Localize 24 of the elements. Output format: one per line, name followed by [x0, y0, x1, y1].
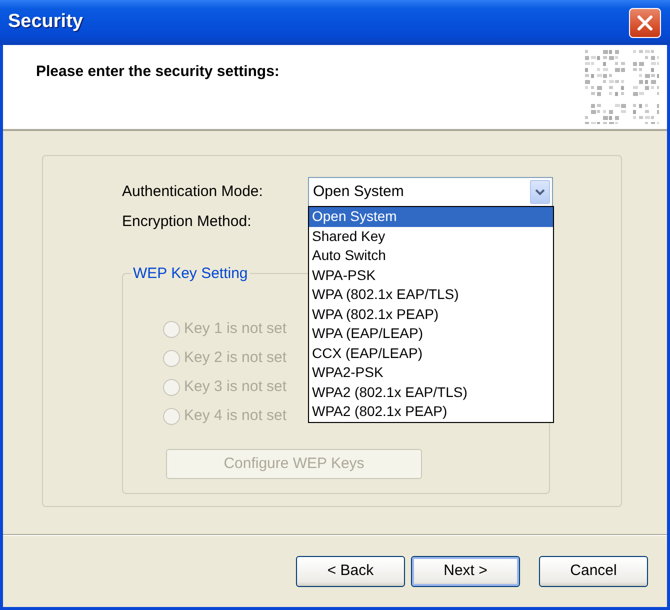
dropdown-option[interactable]: Open System: [309, 207, 553, 226]
dialog-button[interactable]: Cancel: [539, 556, 648, 587]
dropdown-option[interactable]: CCX (EAP/LEAP): [309, 344, 553, 363]
dialog-button[interactable]: < Back: [296, 556, 405, 587]
dropdown-option[interactable]: WPA2-PSK: [309, 363, 553, 382]
radio-label: Key 2 is not set: [184, 348, 287, 368]
dropdown-option[interactable]: Auto Switch: [309, 246, 553, 266]
window-title: Security: [8, 10, 83, 34]
dropdown-option[interactable]: WPA (802.1x EAP/TLS): [309, 285, 553, 304]
dropdown-option[interactable]: WPA (EAP/LEAP): [309, 324, 553, 344]
close-icon: [636, 14, 654, 32]
dialog-button[interactable]: Next >: [411, 556, 520, 587]
field-label: Authentication Mode:: [122, 182, 264, 202]
radio-label: Key 4 is not set: [184, 406, 287, 426]
dropdown-option[interactable]: Shared Key: [309, 226, 553, 246]
field-label: Encryption Method:: [122, 212, 252, 232]
radio-label: Key 3 is not set: [184, 377, 287, 398]
header-text: Please enter the security settings:: [36, 62, 280, 81]
dropdown-option[interactable]: WPA-PSK: [309, 266, 553, 285]
close-button[interactable]: [629, 8, 661, 38]
dropdown-option[interactable]: WPA2 (802.1x PEAP): [309, 402, 553, 422]
dropdown-option[interactable]: WPA2 (802.1x EAP/TLS): [309, 382, 553, 402]
dropdown-option[interactable]: WPA (802.1x PEAP): [309, 304, 553, 324]
radio-label: Key 1 is not set: [184, 319, 287, 340]
